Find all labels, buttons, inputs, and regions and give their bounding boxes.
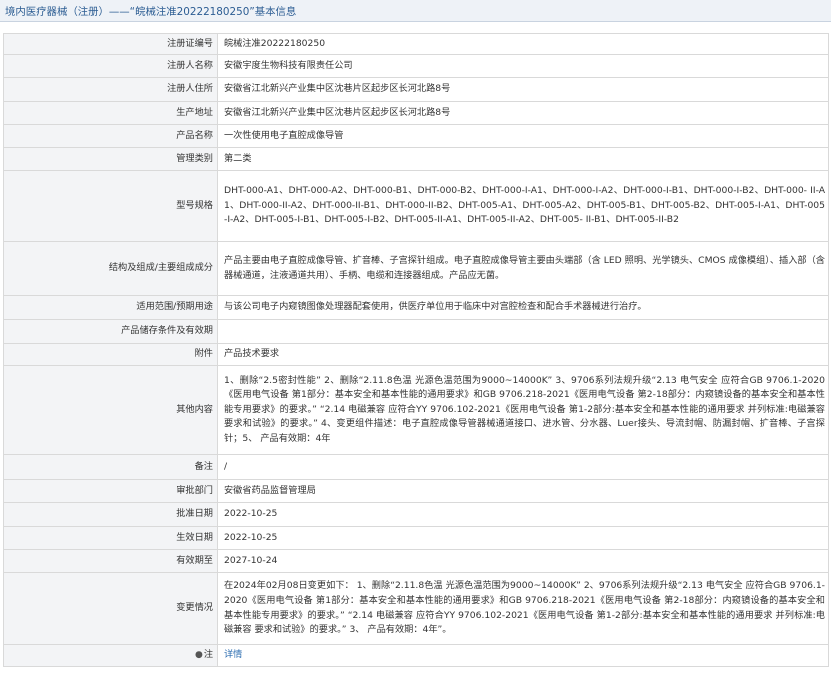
- table-row: 变更情况 在2024年02月08日变更如下： 1、删除“2.11.8色温 光源色…: [3, 572, 829, 645]
- table-row: 产品储存条件及有效期: [3, 319, 829, 344]
- field-label: 注册证编号: [3, 33, 218, 55]
- field-value-registrant-address: 安徽省江北新兴产业集中区沈巷片区起步区长河北路8号: [217, 77, 829, 102]
- field-label: 结构及组成/主要组成成分: [3, 241, 218, 296]
- field-value-production-address: 安徽省江北新兴产业集中区沈巷片区起步区长河北路8号: [217, 101, 829, 125]
- field-value-changes: 在2024年02月08日变更如下： 1、删除“2.11.8色温 光源色温范围为9…: [217, 572, 829, 645]
- field-label: 备注: [3, 454, 218, 480]
- field-value-reg-no: 皖械注准20222180250: [217, 33, 829, 55]
- table-row: 审批部门 安徽省药品监督管理局: [3, 479, 829, 503]
- table-row: 注册人名称 安徽宇度生物科技有限责任公司: [3, 54, 829, 78]
- field-value-other: 1、删除“2.5密封性能” 2、删除“2.11.8色温 光源色温范围为9000~…: [217, 365, 829, 455]
- field-label: 附件: [3, 343, 218, 366]
- field-value-authority: 安徽省药品监督管理局: [217, 479, 829, 503]
- field-label: 其他内容: [3, 365, 218, 455]
- field-label: 型号规格: [3, 170, 218, 242]
- field-label: 适用范围/预期用途: [3, 295, 218, 320]
- pin-icon: ●: [194, 650, 203, 661]
- field-value-expiry-date: 2027-10-24: [217, 549, 829, 573]
- device-info-table: 注册证编号 皖械注准20222180250 注册人名称 安徽宇度生物科技有限责任…: [3, 33, 829, 667]
- field-label: 批准日期: [3, 502, 218, 527]
- field-label: 注册人住所: [3, 77, 218, 102]
- page-title: 境内医疗器械（注册）——“皖械注准20222180250”基本信息: [5, 6, 297, 18]
- table-row: 产品名称 一次性使用电子直腔成像导管: [3, 124, 829, 148]
- field-value-approval-date: 2022-10-25: [217, 502, 829, 527]
- table-row: 注册证编号 皖械注准20222180250: [3, 33, 829, 55]
- table-row: 生产地址 安徽省江北新兴产业集中区沈巷片区起步区长河北路8号: [3, 101, 829, 125]
- table-row: ●注 详情: [3, 644, 829, 667]
- field-value-effective-date: 2022-10-25: [217, 526, 829, 550]
- table-row: 型号规格 DHT-000-A1、DHT-000-A2、DHT-000-B1、DH…: [3, 170, 829, 242]
- field-label: 注册人名称: [3, 54, 218, 78]
- table-row: 适用范围/预期用途 与该公司电子内窥镜图像处理器配套使用，供医疗单位用于临床中对…: [3, 295, 829, 320]
- field-value-category: 第二类: [217, 147, 829, 171]
- field-label: 注: [203, 649, 213, 661]
- page-header: 境内医疗器械（注册）——“皖械注准20222180250”基本信息: [0, 0, 831, 22]
- field-value-attachment: 产品技术要求: [217, 343, 829, 366]
- field-label: 有效期至: [3, 549, 218, 573]
- table-row: 管理类别 第二类: [3, 147, 829, 171]
- table-row: 注册人住所 安徽省江北新兴产业集中区沈巷片区起步区长河北路8号: [3, 77, 829, 102]
- details-link[interactable]: 详情: [224, 649, 242, 660]
- field-label: 管理类别: [3, 147, 218, 171]
- field-value-registrant: 安徽宇度生物科技有限责任公司: [217, 54, 829, 78]
- field-value-models: DHT-000-A1、DHT-000-A2、DHT-000-B1、DHT-000…: [217, 170, 829, 242]
- table-row: 批准日期 2022-10-25: [3, 502, 829, 527]
- field-label: 变更情况: [3, 572, 218, 645]
- table-row: 附件 产品技术要求: [3, 343, 829, 366]
- field-value-product-name: 一次性使用电子直腔成像导管: [217, 124, 829, 148]
- field-label: 产品名称: [3, 124, 218, 148]
- field-value-storage: [217, 319, 829, 344]
- field-value-scope: 与该公司电子内窥镜图像处理器配套使用，供医疗单位用于临床中对宫腔检查和配合手术器…: [217, 295, 829, 320]
- note-label-cell: ●注: [3, 644, 218, 667]
- field-label: 生效日期: [3, 526, 218, 550]
- note-value-cell: 详情: [217, 644, 829, 667]
- field-value-remark: /: [217, 454, 829, 480]
- table-row: 生效日期 2022-10-25: [3, 526, 829, 550]
- field-label: 产品储存条件及有效期: [3, 319, 218, 344]
- table-row: 结构及组成/主要组成成分 产品主要由电子直腔成像导管、扩音棒、子宫探针组成。电子…: [3, 241, 829, 296]
- table-row: 备注 /: [3, 454, 829, 480]
- field-label: 审批部门: [3, 479, 218, 503]
- field-value-structure: 产品主要由电子直腔成像导管、扩音棒、子宫探针组成。电子直腔成像导管主要由头端部（…: [217, 241, 829, 296]
- table-row: 有效期至 2027-10-24: [3, 549, 829, 573]
- table-row: 其他内容 1、删除“2.5密封性能” 2、删除“2.11.8色温 光源色温范围为…: [3, 365, 829, 455]
- field-label: 生产地址: [3, 101, 218, 125]
